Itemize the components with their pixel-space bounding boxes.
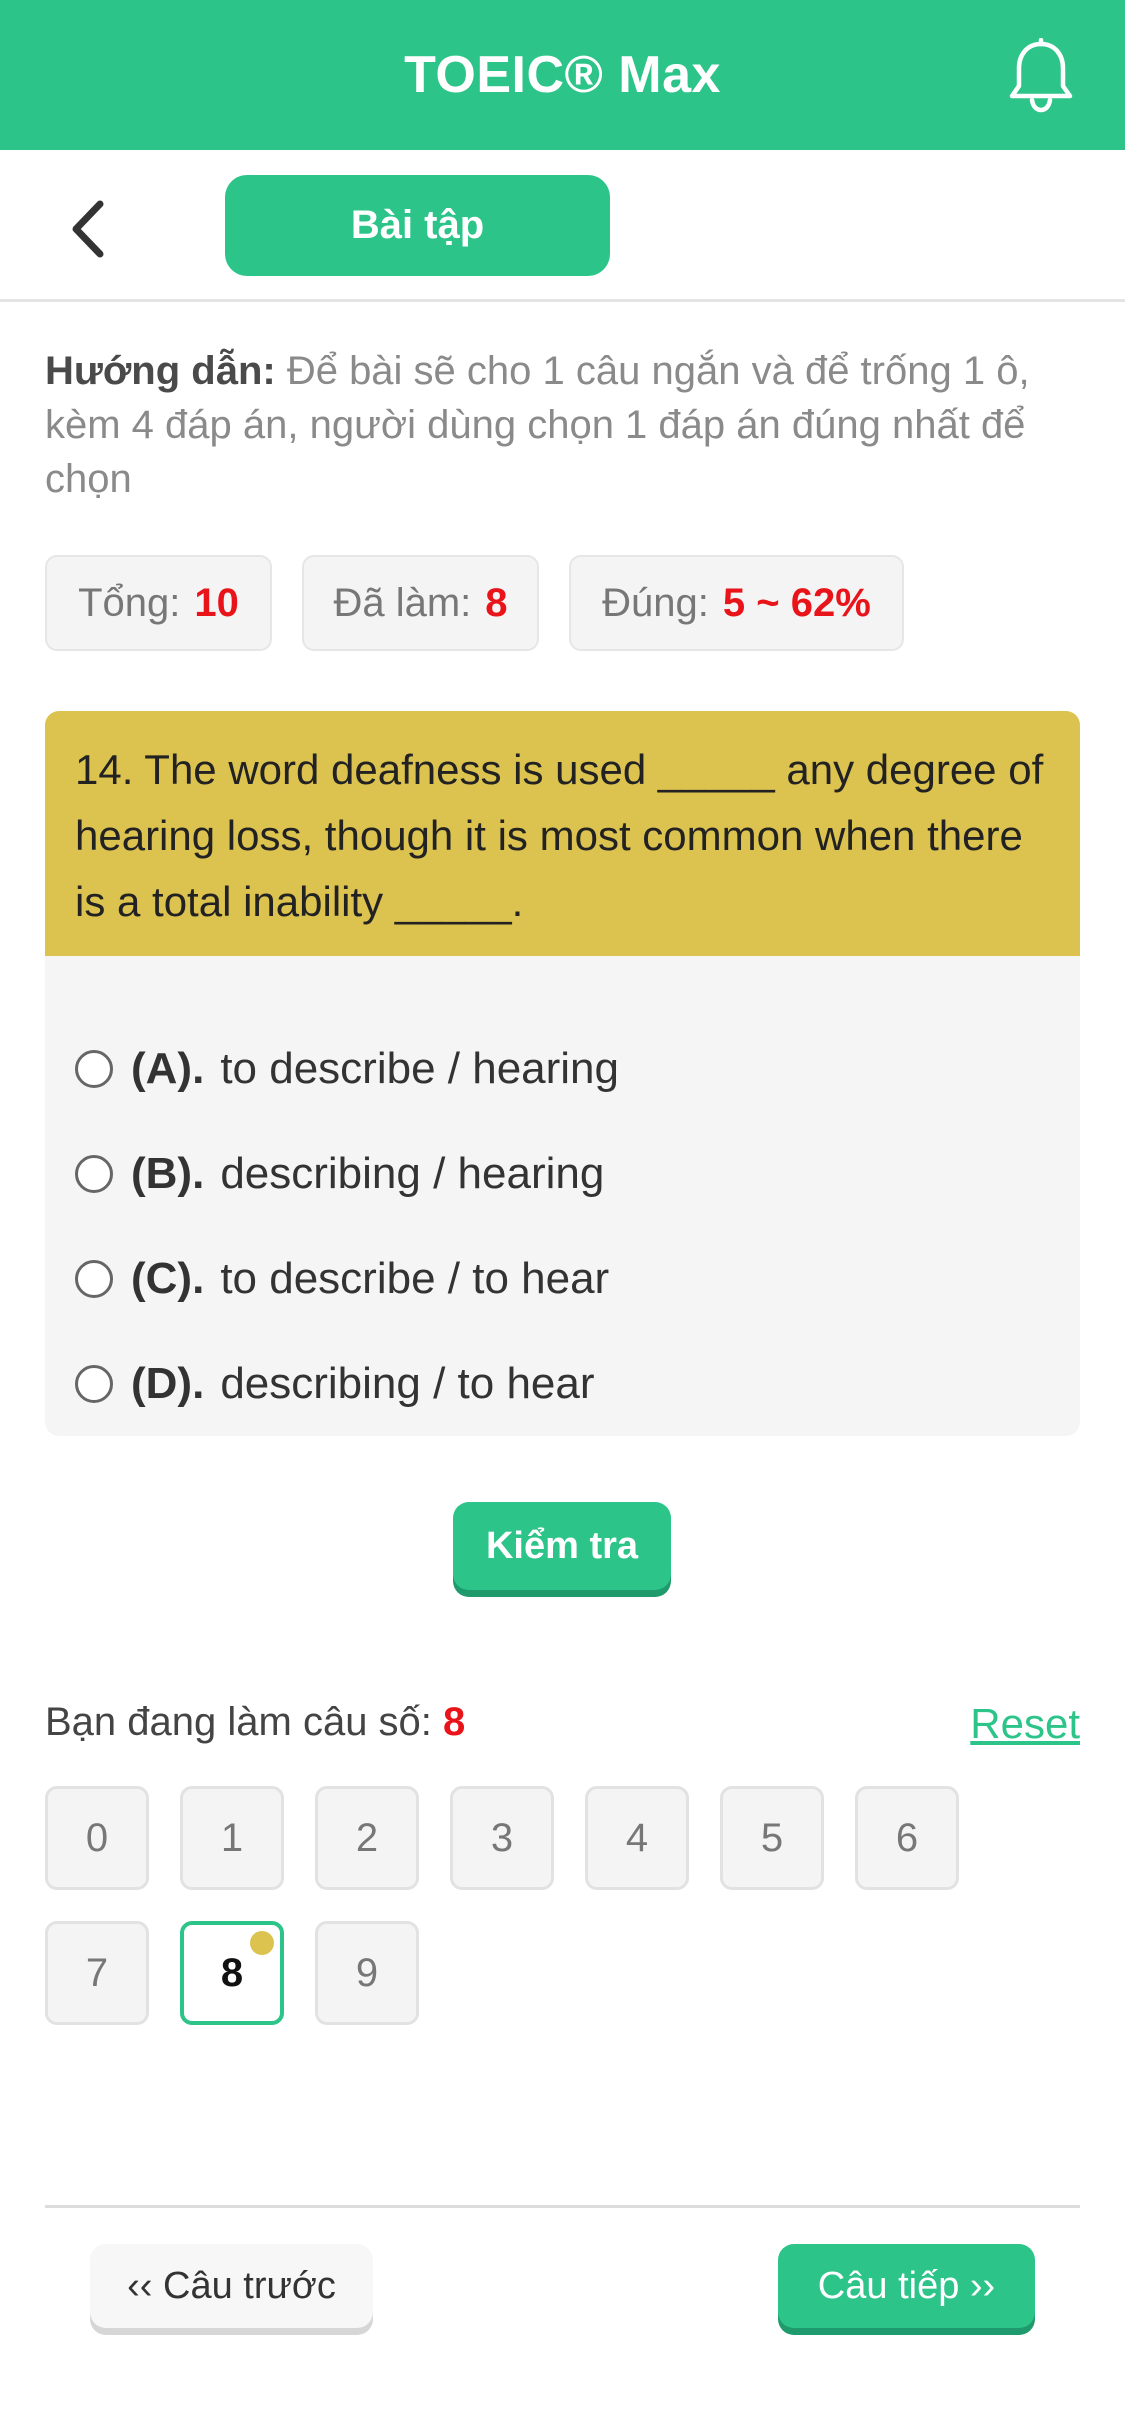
question-number-2[interactable]: 2 [315, 1786, 419, 1890]
current-indicator-dot [250, 1931, 274, 1955]
radio-button[interactable] [75, 1155, 113, 1193]
stat-total: Tổng: 10 [45, 555, 272, 651]
question-number-0[interactable]: 0 [45, 1786, 149, 1890]
option-d[interactable]: (D). describing / to hear [75, 1354, 595, 1414]
question-number-6[interactable]: 6 [855, 1786, 959, 1890]
question-number-4[interactable]: 4 [585, 1786, 689, 1890]
instructions-label: Hướng dẫn: [45, 349, 276, 393]
stat-total-label: Tổng: [78, 580, 181, 625]
option-text: describing / hearing [220, 1149, 605, 1198]
bell-icon[interactable] [1005, 38, 1077, 114]
current-question-text: Bạn đang làm câu số: [45, 1700, 444, 1744]
stat-total-value: 10 [194, 580, 239, 625]
option-letter: (D). [131, 1359, 205, 1408]
chevron-left-icon[interactable] [60, 194, 120, 264]
stat-done-label: Đã làm: [333, 580, 472, 625]
reset-link[interactable]: Reset [970, 1700, 1080, 1748]
question-number-8-active[interactable]: 8 [180, 1921, 284, 2025]
question-number-9[interactable]: 9 [315, 1921, 419, 2025]
instructions: Hướng dẫn: Để bài sẽ cho 1 câu ngắn và đ… [45, 344, 1085, 506]
app-title: TOEIC® Max [404, 46, 721, 104]
next-question-button[interactable]: Câu tiếp ›› [778, 2244, 1035, 2328]
question-number-label: 8 [220, 1950, 244, 1995]
stat-done: Đã làm: 8 [302, 555, 539, 651]
question-number-grid: 0 1 2 3 4 5 6 7 8 9 [45, 1786, 1085, 2026]
check-button[interactable]: Kiểm tra [453, 1502, 671, 1590]
question-number-1[interactable]: 1 [180, 1786, 284, 1890]
option-text: to describe / hearing [220, 1044, 619, 1093]
radio-button[interactable] [75, 1365, 113, 1403]
option-letter: (B). [131, 1149, 205, 1198]
stat-done-value: 8 [485, 580, 508, 625]
radio-button[interactable] [75, 1260, 113, 1298]
tab-exercise[interactable]: Bài tập [225, 175, 610, 276]
stat-correct: Đúng: 5 ~ 62% [569, 555, 904, 651]
stat-correct-label: Đúng: [602, 580, 709, 625]
option-a[interactable]: (A). to describe / hearing [75, 1039, 619, 1099]
previous-question-button[interactable]: ‹‹ Câu trước [90, 2244, 373, 2328]
sub-navigation: Bài tập [0, 150, 1125, 302]
option-b[interactable]: (B). describing / hearing [75, 1144, 604, 1204]
option-letter: (C). [131, 1254, 205, 1303]
question-number-5[interactable]: 5 [720, 1786, 824, 1890]
question-number-7[interactable]: 7 [45, 1921, 149, 2025]
radio-button[interactable] [75, 1050, 113, 1088]
option-c[interactable]: (C). to describe / to hear [75, 1249, 609, 1309]
app-header: TOEIC® Max [0, 0, 1125, 150]
question-text: 14. The word deafness is used _____ any … [45, 711, 1080, 956]
question-number-3[interactable]: 3 [450, 1786, 554, 1890]
stat-correct-value: 5 ~ 62% [722, 580, 871, 625]
app-root: TOEIC® Max Bài tập Hướng dẫn: Để bài sẽ … [0, 0, 1125, 2436]
current-question-label: Bạn đang làm câu số: 8 [45, 1700, 465, 1745]
footer-divider [45, 2205, 1080, 2208]
current-question-number: 8 [443, 1700, 466, 1744]
option-text: to describe / to hear [220, 1254, 610, 1303]
answer-options: (A). to describe / hearing (B). describi… [45, 956, 1080, 1436]
option-letter: (A). [131, 1044, 205, 1093]
option-text: describing / to hear [220, 1359, 595, 1408]
